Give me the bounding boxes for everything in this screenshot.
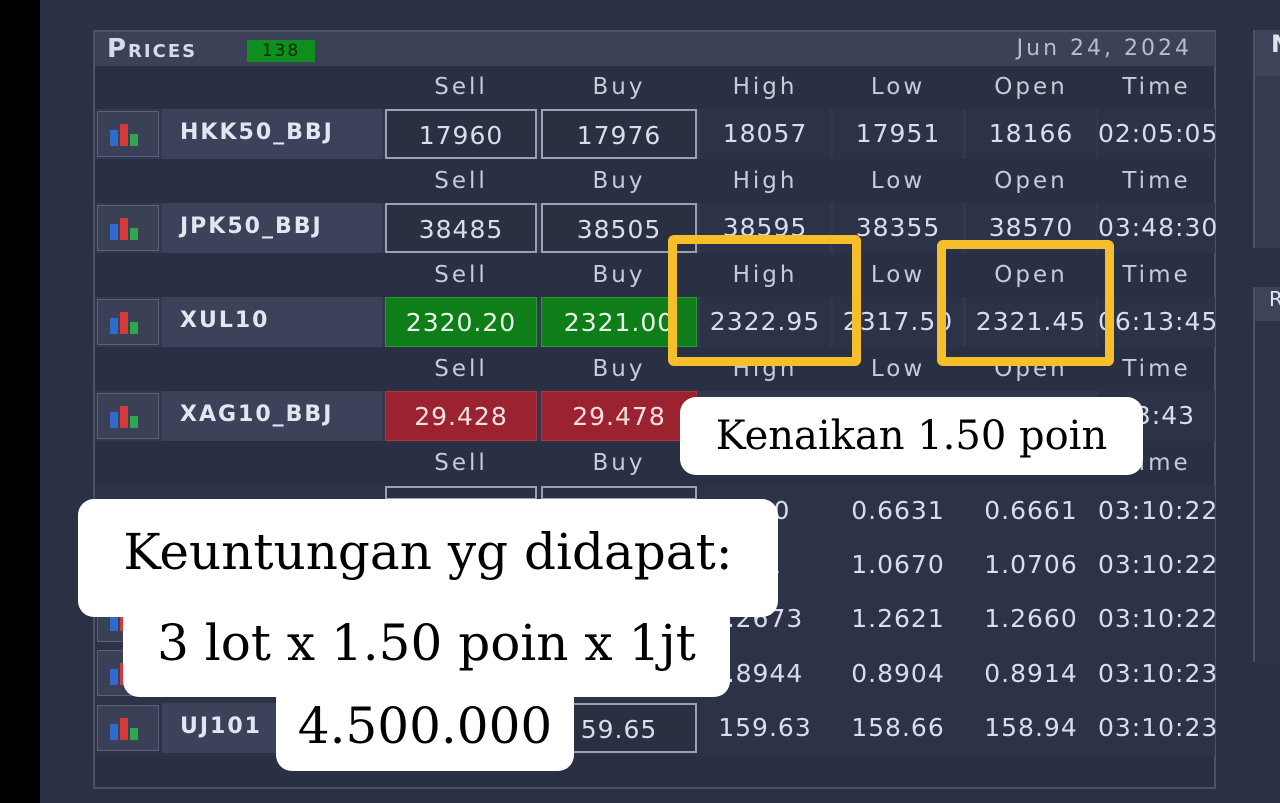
panel-date: Jun 24, 2024 xyxy=(1016,36,1192,61)
low-price: 17951 xyxy=(833,109,963,159)
column-header-time: Time xyxy=(1122,168,1191,194)
column-header-buy: Buy xyxy=(592,168,646,194)
chart-button[interactable] xyxy=(97,705,159,751)
left-edge-strip xyxy=(0,0,40,803)
low-price: 1.2621 xyxy=(833,594,963,644)
column-header-sell: Sell xyxy=(434,356,488,382)
sell-price[interactable]: 17960 xyxy=(385,109,537,159)
symbol-label: XUL10 xyxy=(180,308,270,333)
column-header-open: Open xyxy=(994,168,1068,194)
low-price: 0.8904 xyxy=(833,649,963,699)
bar-chart-icon xyxy=(110,318,118,334)
sell-price[interactable]: 29.428 xyxy=(385,391,537,441)
quote-time: 03:10:22 xyxy=(1098,540,1217,590)
bar-chart-icon xyxy=(110,724,118,740)
highlight-high-box xyxy=(668,235,861,366)
column-header-open: Open xyxy=(994,74,1068,100)
symbol-label: JPK50_BBJ xyxy=(180,214,323,239)
quote-time: 03:10:23 xyxy=(1098,649,1217,699)
sell-price[interactable]: 2320.20 xyxy=(385,297,537,347)
chart-button[interactable] xyxy=(97,111,159,157)
symbol-label: UJ101 xyxy=(180,714,262,739)
column-header-sell: Sell xyxy=(434,450,488,476)
low-price: 1.0670 xyxy=(833,540,963,590)
open-price: 1.2660 xyxy=(966,594,1096,644)
open-price: 1.0706 xyxy=(966,540,1096,590)
column-header-time: Time xyxy=(1122,356,1191,382)
low-price: 0.6631 xyxy=(833,486,963,536)
open-price: 158.94 xyxy=(966,703,1096,753)
bar-chart-icon xyxy=(110,669,118,685)
quote-time: 06:13:45 xyxy=(1098,297,1217,347)
chart-button[interactable] xyxy=(97,393,159,439)
chart-button[interactable] xyxy=(97,205,159,251)
open-price: 18166 xyxy=(966,109,1096,159)
highlight-open-box xyxy=(937,240,1114,366)
bar-chart-icon xyxy=(110,615,118,631)
low-price: 158.66 xyxy=(833,703,963,753)
column-header-buy: Buy xyxy=(592,74,646,100)
quote-time: 02:05:05 xyxy=(1098,109,1217,159)
symbol-label: HKK50_BBJ xyxy=(180,120,334,145)
bar-chart-icon xyxy=(110,130,118,146)
buy-price[interactable]: 29.478 xyxy=(541,391,697,441)
column-header-low: Low xyxy=(870,74,926,100)
side-panel-bottom-title: R xyxy=(1255,287,1280,321)
sell-price-edge[interactable] xyxy=(385,486,537,500)
count-badge: 138 xyxy=(247,40,315,62)
quote-time: 03:10:22 xyxy=(1098,594,1217,644)
column-header-high: High xyxy=(732,168,798,194)
column-header-sell: Sell xyxy=(434,262,488,288)
buy-price[interactable]: 17976 xyxy=(541,109,697,159)
sell-price[interactable]: 38485 xyxy=(385,203,537,253)
chart-button[interactable] xyxy=(97,299,159,345)
quote-time: 03:10:22 xyxy=(1098,486,1217,536)
kenaikan-label: Kenaikan 1.50 poin xyxy=(680,397,1143,475)
quote-time: 03:10:23 xyxy=(1098,703,1217,753)
high-price: 18057 xyxy=(700,109,830,159)
side-panel-bottom: R xyxy=(1253,287,1280,662)
open-price: 0.8914 xyxy=(966,649,1096,699)
symbol-label: XAG10_BBJ xyxy=(180,402,334,427)
open-price: 0.6661 xyxy=(966,486,1096,536)
panel-title: Prices xyxy=(107,34,198,64)
side-panel-top-title: N xyxy=(1255,30,1280,76)
buy-price-edge[interactable] xyxy=(541,486,697,500)
column-header-time: Time xyxy=(1122,74,1191,100)
bar-chart-icon xyxy=(110,224,118,240)
column-header-buy: Buy xyxy=(592,450,646,476)
bar-chart-icon xyxy=(110,412,118,428)
column-header-time: Time xyxy=(1122,262,1191,288)
high-price: 159.63 xyxy=(700,703,830,753)
column-header-low: Low xyxy=(870,168,926,194)
quote-time: 03:48:30 xyxy=(1098,203,1217,253)
side-panel-top: N xyxy=(1253,30,1280,248)
column-header-sell: Sell xyxy=(434,168,488,194)
column-header-high: High xyxy=(732,74,798,100)
profit-line-2: 3 lot x 1.50 poin x 1jt xyxy=(123,597,730,697)
profit-total: 4.500.000 xyxy=(276,683,574,771)
column-header-sell: Sell xyxy=(434,74,488,100)
